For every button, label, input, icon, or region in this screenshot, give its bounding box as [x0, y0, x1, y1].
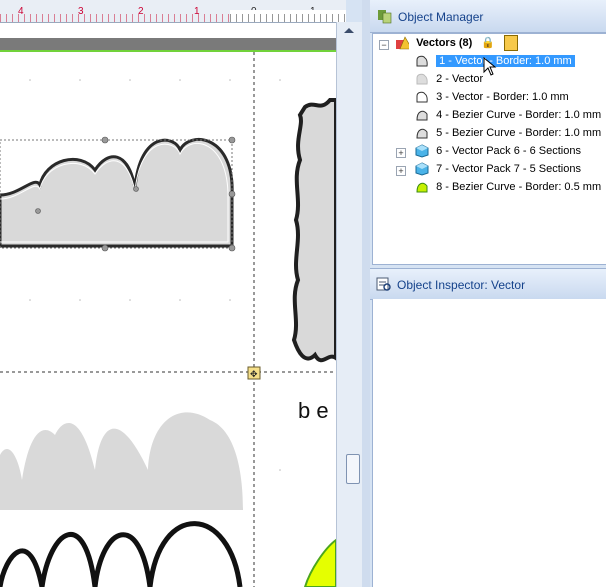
- visibility-bulb-icon[interactable]: [504, 35, 519, 52]
- object-inspector-title: Object Inspector: Vector: [397, 278, 526, 292]
- vectors-group-icon: [396, 36, 409, 50]
- object-inspector-icon: [376, 277, 391, 291]
- grey-scallop-shape[interactable]: [0, 412, 243, 510]
- tree-root-vectors[interactable]: Vectors (8) 🔒: [395, 35, 519, 52]
- bezier-icon: [416, 128, 428, 139]
- canvas-text[interactable]: b e: [298, 398, 329, 423]
- canvas-drawing[interactable]: b e ✥: [0, 0, 346, 587]
- page-top-border: [0, 38, 336, 50]
- object-manager-header: Object Manager: [370, 0, 606, 33]
- design-canvas[interactable]: b e ✥ 4 3 2 1 0 1: [0, 0, 346, 587]
- object-inspector-body[interactable]: [372, 299, 606, 587]
- tree-item-label: 4 - Bezier Curve - Border: 1.0 mm: [436, 109, 602, 121]
- tree-item[interactable]: 2 - Vector: [415, 71, 483, 88]
- tree-item-label: 1 - Vector - Border: 1.0 mm: [436, 55, 575, 67]
- scrollbar-thumb[interactable]: [346, 454, 360, 484]
- tree-item[interactable]: 7 - Vector Pack 7 - 5 Sections: [415, 161, 581, 178]
- object-tree[interactable]: − Vectors (8) 🔒 1 - Vector - Border: 1.0…: [372, 33, 606, 265]
- expand-item-button[interactable]: +: [396, 148, 406, 158]
- tree-item[interactable]: 5 - Bezier Curve - Border: 1.0 mm: [415, 125, 601, 142]
- tree-item-label: 7 - Vector Pack 7 - 5 Sections: [436, 163, 581, 175]
- tree-item[interactable]: 4 - Bezier Curve - Border: 1.0 mm: [415, 107, 601, 124]
- tree-item-label: 8 - Bezier Curve - Border: 0.5 mm: [436, 181, 602, 193]
- bezier-green-icon: [416, 182, 428, 193]
- grid-dots: [29, 79, 281, 471]
- expand-item-button[interactable]: +: [396, 166, 406, 176]
- bezier-icon: [416, 110, 428, 121]
- mouse-cursor-icon: [483, 57, 497, 76]
- vector-pack-icon: [415, 162, 429, 176]
- object-manager-icon: [378, 10, 392, 24]
- object-inspector-header: Object Inspector: Vector: [370, 268, 606, 300]
- object-manager-title: Object Manager: [398, 10, 484, 24]
- vector-icon: [416, 73, 428, 85]
- jagged-vector-shape[interactable]: [291, 98, 338, 363]
- tree-item[interactable]: 3 - Vector - Border: 1.0 mm: [415, 89, 569, 106]
- lock-icon[interactable]: 🔒: [481, 37, 495, 49]
- collapse-root-button[interactable]: −: [379, 40, 389, 50]
- tree-item-label: 2 - Vector: [436, 73, 484, 85]
- scroll-up-arrow-icon[interactable]: [344, 28, 354, 33]
- page-margin-line: [0, 50, 336, 52]
- tree-item[interactable]: 6 - Vector Pack 6 - 6 Sections: [415, 143, 581, 160]
- tree-item-label: 6 - Vector Pack 6 - 6 Sections: [436, 145, 581, 157]
- tree-item-label: 3 - Vector - Border: 1.0 mm: [436, 91, 569, 103]
- arcs-bezier-shape[interactable]: [0, 521, 243, 587]
- guide-anchor-icon: ✥: [250, 369, 258, 379]
- tree-root-label: Vectors (8): [416, 37, 473, 49]
- vector-icon: [416, 55, 428, 67]
- horizontal-ruler[interactable]: 4 3 2 1 0 1: [0, 0, 346, 23]
- selected-cloud-shape[interactable]: [0, 137, 234, 248]
- green-bezier-shape[interactable]: [303, 538, 337, 587]
- vector-pack-icon: [415, 144, 429, 158]
- vector-icon: [416, 91, 428, 103]
- tree-item-label: 5 - Bezier Curve - Border: 1.0 mm: [436, 127, 602, 139]
- panel-splitter[interactable]: [362, 0, 370, 587]
- tree-item[interactable]: 8 - Bezier Curve - Border: 0.5 mm: [415, 179, 601, 196]
- canvas-vertical-scrollbar[interactable]: [336, 22, 363, 587]
